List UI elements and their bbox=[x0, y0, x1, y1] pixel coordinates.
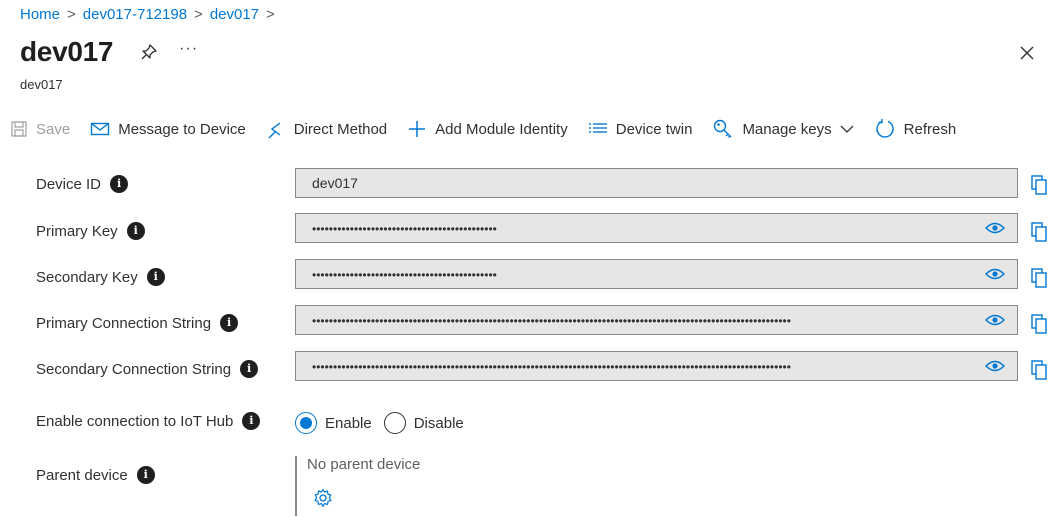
breadcrumb-separator: > bbox=[67, 6, 76, 23]
more-options-icon[interactable]: ··· bbox=[179, 40, 198, 58]
secondary-key-label: Secondary Key bbox=[36, 268, 138, 286]
show-password-icon[interactable] bbox=[985, 359, 1005, 373]
radio-selected-dot bbox=[300, 417, 312, 429]
primary-connection-string-label: Primary Connection String bbox=[36, 314, 212, 332]
add-module-identity-label: Add Module Identity bbox=[435, 120, 568, 138]
primary-connection-string-value: ••••••••••••••••••••••••••••••••••••••••… bbox=[312, 314, 791, 328]
save-button[interactable]: Save bbox=[10, 120, 70, 138]
breadcrumb-separator: > bbox=[266, 6, 275, 23]
save-label: Save bbox=[36, 120, 71, 138]
pin-icon[interactable] bbox=[139, 42, 159, 62]
parent-device-row: Parent device i bbox=[36, 466, 155, 484]
save-icon bbox=[11, 121, 27, 137]
breadcrumb-device[interactable]: dev017 bbox=[210, 6, 259, 23]
message-to-device-label: Message to Device bbox=[118, 120, 246, 138]
copy-icon[interactable] bbox=[1031, 222, 1047, 242]
page-title: dev017 bbox=[20, 36, 114, 67]
chevron-down-icon bbox=[840, 125, 854, 133]
key-icon bbox=[714, 119, 732, 138]
connection-radio-group: Enable Disable bbox=[295, 412, 476, 434]
enable-radio[interactable] bbox=[295, 412, 317, 434]
enable-radio-label[interactable]: Enable bbox=[325, 415, 372, 432]
mail-icon bbox=[91, 122, 110, 136]
page-subtitle: dev017 bbox=[20, 77, 63, 92]
show-password-icon[interactable] bbox=[985, 221, 1005, 235]
secondary-connection-string-row: Secondary Connection String i bbox=[36, 360, 259, 378]
show-password-icon[interactable] bbox=[985, 313, 1005, 327]
device-twin-button[interactable]: Device twin bbox=[588, 120, 693, 138]
info-icon[interactable]: i bbox=[146, 268, 165, 286]
secondary-key-value: ••••••••••••••••••••••••••••••••••••••••… bbox=[312, 268, 497, 282]
device-id-label: Device ID bbox=[36, 175, 102, 193]
secondary-key-field[interactable]: ••••••••••••••••••••••••••••••••••••••••… bbox=[295, 259, 1018, 289]
secondary-key-row: Secondary Key i bbox=[36, 268, 165, 286]
copy-icon[interactable] bbox=[1031, 175, 1047, 195]
copy-icon[interactable] bbox=[1031, 314, 1047, 334]
refresh-icon bbox=[875, 119, 894, 138]
info-icon[interactable]: i bbox=[220, 314, 239, 332]
device-id-row: Device ID i bbox=[36, 175, 129, 193]
enable-connection-row: Enable connection to IoT Hub i bbox=[36, 412, 261, 430]
secondary-connection-string-label: Secondary Connection String bbox=[36, 360, 232, 378]
list-icon bbox=[588, 123, 607, 133]
parent-device-label: Parent device bbox=[36, 466, 128, 484]
copy-icon[interactable] bbox=[1031, 360, 1047, 380]
enable-connection-label: Enable connection to IoT Hub bbox=[36, 412, 234, 430]
breadcrumb-home[interactable]: Home bbox=[20, 6, 60, 23]
direct-method-label: Direct Method bbox=[293, 120, 388, 138]
direct-method-button[interactable]: Direct Method bbox=[266, 119, 387, 139]
breadcrumb-hub[interactable]: dev017-712198 bbox=[83, 6, 187, 23]
message-to-device-button[interactable]: Message to Device bbox=[90, 121, 246, 138]
manage-keys-label: Manage keys bbox=[742, 120, 832, 138]
secondary-connection-string-value: ••••••••••••••••••••••••••••••••••••••••… bbox=[312, 360, 791, 374]
primary-connection-string-field[interactable]: ••••••••••••••••••••••••••••••••••••••••… bbox=[295, 305, 1018, 335]
refresh-button[interactable]: Refresh bbox=[874, 118, 957, 140]
primary-key-row: Primary Key i bbox=[36, 222, 145, 240]
direct-method-icon bbox=[268, 122, 281, 139]
plus-icon bbox=[409, 121, 426, 137]
close-icon[interactable] bbox=[1018, 44, 1036, 62]
primary-key-field[interactable]: ••••••••••••••••••••••••••••••••••••••••… bbox=[295, 213, 1018, 243]
info-icon[interactable]: i bbox=[110, 175, 129, 193]
primary-key-label: Primary Key bbox=[36, 222, 118, 240]
primary-connection-string-row: Primary Connection String i bbox=[36, 314, 239, 332]
info-icon[interactable]: i bbox=[136, 466, 155, 484]
info-icon[interactable]: i bbox=[240, 360, 259, 378]
gear-icon[interactable] bbox=[313, 488, 333, 508]
disable-radio[interactable] bbox=[383, 412, 406, 434]
info-icon[interactable]: i bbox=[242, 412, 261, 430]
parent-device-value: No parent device bbox=[307, 456, 421, 473]
add-module-identity-button[interactable]: Add Module Identity bbox=[407, 119, 568, 139]
breadcrumb-separator: > bbox=[194, 6, 203, 23]
refresh-label: Refresh bbox=[903, 120, 957, 138]
primary-key-value: ••••••••••••••••••••••••••••••••••••••••… bbox=[312, 222, 497, 236]
command-bar: Save Message to Device Direct Method Add… bbox=[10, 117, 976, 141]
device-id-value: dev017 bbox=[312, 175, 358, 191]
info-icon[interactable]: i bbox=[126, 222, 145, 240]
manage-keys-dropdown[interactable]: Manage keys bbox=[712, 118, 854, 140]
copy-icon[interactable] bbox=[1031, 268, 1047, 288]
disable-radio-label[interactable]: Disable bbox=[414, 415, 464, 432]
device-twin-label: Device twin bbox=[615, 120, 693, 138]
secondary-connection-string-field[interactable]: ••••••••••••••••••••••••••••••••••••••••… bbox=[295, 351, 1018, 381]
show-password-icon[interactable] bbox=[985, 267, 1005, 281]
title-row: dev017 ··· bbox=[20, 36, 198, 68]
breadcrumb: Home > dev017-712198 > dev017 > bbox=[20, 6, 282, 23]
device-id-field[interactable]: dev017 bbox=[295, 168, 1018, 198]
